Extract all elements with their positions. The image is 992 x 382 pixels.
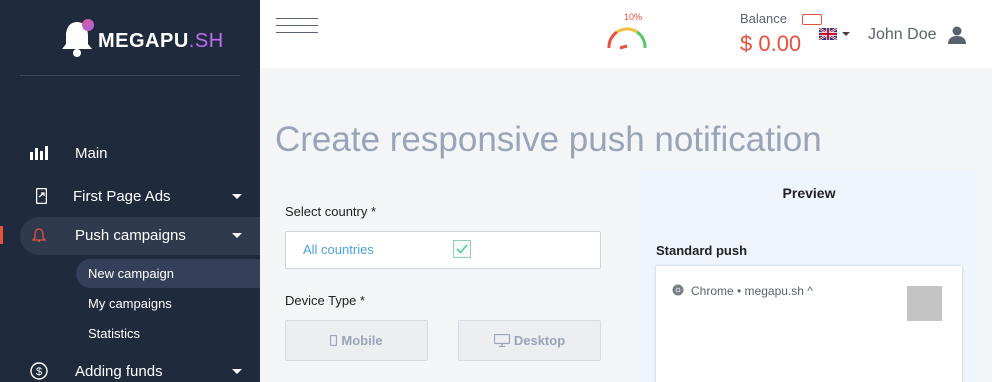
chevron-down-icon [232,193,242,199]
country-select[interactable]: All countries [285,231,601,269]
uk-flag-icon[interactable] [819,28,837,40]
country-select-value: All countries [303,242,374,257]
sidebar-item-adding-funds[interactable]: $ Adding funds [0,353,260,382]
subnav-item-statistics[interactable]: Statistics [88,326,140,341]
sidebar-item-label: Main [75,144,108,162]
gauge-icon [607,27,647,50]
bell-icon [30,226,48,244]
preview-panel: Preview Standard push Chrome • megapu.sh… [641,170,977,382]
desktop-icon [493,334,510,347]
sidebar-item-first-page-ads[interactable]: First Page Ads [0,178,260,214]
brand-name: MEGAPU.SH [98,29,224,52]
device-type-label: Device Type * [285,293,365,308]
subnav-item-my-campaigns[interactable]: My campaigns [88,296,172,311]
dollar-icon: $ [30,362,48,380]
sidebar-item-label: Push campaigns [75,226,186,244]
push-preview-card: Chrome • megapu.sh ^ [656,266,962,382]
sidebar-divider [20,75,240,76]
device-mobile-label: Mobile [341,333,383,348]
sidebar-item-label: Adding funds [75,362,163,380]
device-mobile-button[interactable]: Mobile [285,320,428,361]
sidebar-item-push-campaigns[interactable]: Push campaigns [0,217,260,253]
user-icon[interactable] [948,26,966,44]
chrome-icon [672,284,684,296]
sidebar-item-label: First Page Ads [73,187,171,205]
battery-icon [802,14,822,25]
sidebar-item-main[interactable]: Main [0,135,260,171]
balance-label: Balance [740,11,787,26]
standard-push-label: Standard push [656,243,748,258]
checkbox-checked[interactable] [453,240,471,258]
select-country-label: Select country * [285,204,377,219]
page-title: Create responsive push notification [275,120,822,159]
chevron-down-icon [232,368,242,374]
checkmark-icon [456,244,468,254]
menu-toggle-icon[interactable] [276,18,318,36]
bar-chart-icon [30,144,48,162]
push-thumbnail [907,286,942,321]
push-source: Chrome • megapu.sh ^ [691,284,813,298]
device-desktop-button[interactable]: Desktop [458,320,601,361]
device-desktop-label: Desktop [513,333,566,348]
preview-title: Preview [782,185,836,201]
bell-logo-icon [62,19,94,57]
sidebar: MEGAPU.SH Main First Page Ads Push campa… [0,0,260,382]
svg-text:$: $ [36,366,42,378]
topbar: 10% Balance $ 0.00 John Doe [260,0,992,68]
brand-logo[interactable]: MEGAPU.SH [58,18,224,58]
phone-icon [32,187,50,205]
user-name[interactable]: John Doe [868,26,937,44]
chevron-down-icon[interactable] [842,32,850,36]
subnav-item-new-campaign[interactable]: New campaign [88,266,174,281]
balance-value: $ 0.00 [740,31,802,56]
chevron-down-icon [232,232,242,238]
mobile-icon [330,335,338,346]
